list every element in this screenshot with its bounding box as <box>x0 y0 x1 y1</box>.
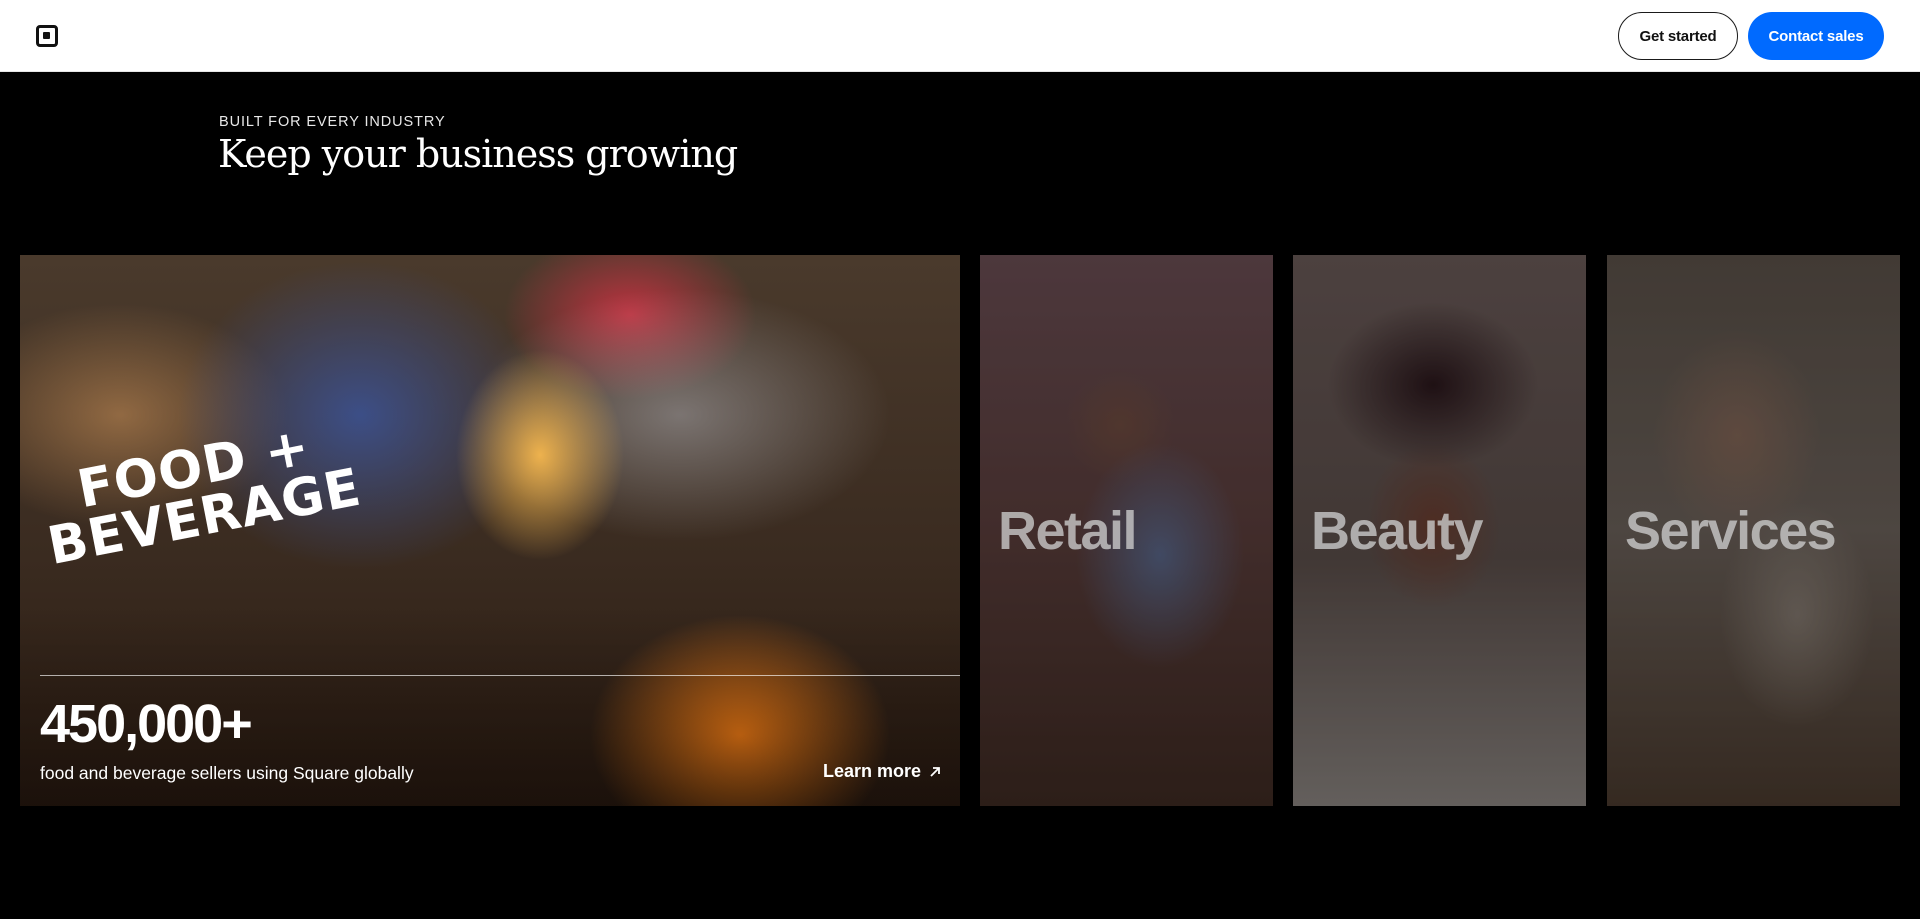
seller-count-caption: food and beverage sellers using Square g… <box>40 763 414 783</box>
section-eyebrow: BUILT FOR EVERY INDUSTRY <box>219 114 446 130</box>
square-logo-icon[interactable] <box>36 25 58 47</box>
industry-card-beauty[interactable]: Beauty <box>1293 255 1586 806</box>
card-divider <box>40 675 960 676</box>
section-title: Keep your business growing <box>218 132 738 176</box>
beauty-label: Beauty <box>1311 501 1484 561</box>
industry-card-services[interactable]: Services <box>1607 255 1900 806</box>
square-logo-inner <box>43 32 50 39</box>
food-beverage-title: FOOD + BEVERAGE <box>34 411 377 577</box>
industry-card-food-and-beverage[interactable]: FOOD + BEVERAGE 450,000+ food and bevera… <box>20 255 960 806</box>
learn-more-link[interactable]: Learn more <box>823 761 941 782</box>
industry-card-retail[interactable]: Retail <box>980 255 1273 806</box>
seller-count-stat: 450,000+ <box>40 694 253 754</box>
retail-label: Retail <box>998 501 1138 561</box>
get-started-button[interactable]: Get started <box>1618 12 1738 60</box>
learn-more-label: Learn more <box>823 761 922 781</box>
contact-sales-button[interactable]: Contact sales <box>1748 12 1884 60</box>
services-label: Services <box>1625 501 1837 561</box>
arrow-up-right-icon <box>930 766 940 777</box>
top-navigation-bar: Get started Contact sales <box>0 0 1920 72</box>
